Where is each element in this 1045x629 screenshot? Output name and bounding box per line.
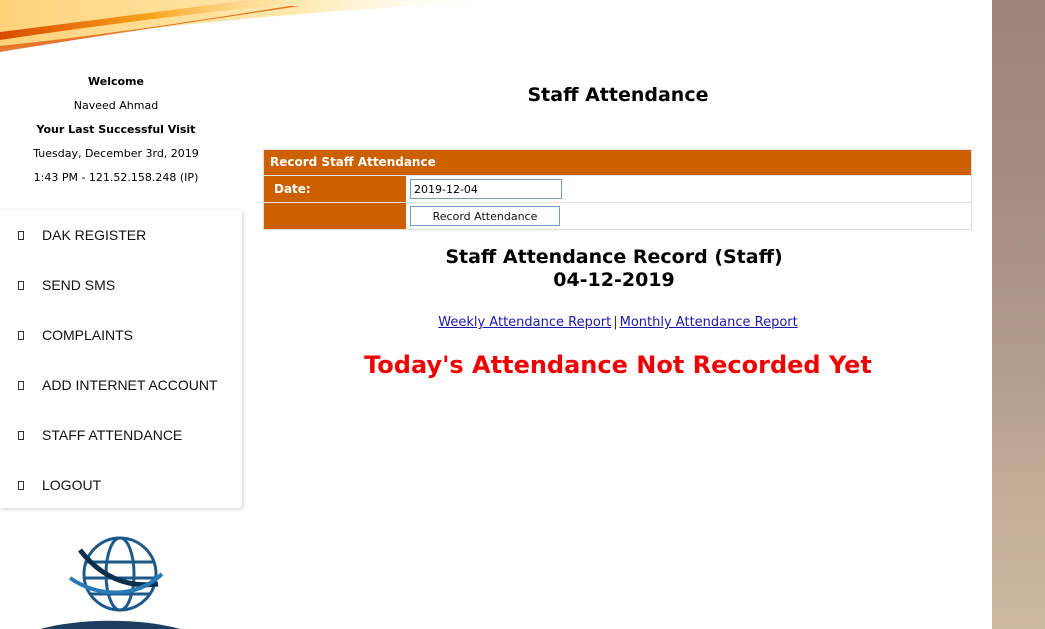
menu-item-label: COMPLAINTS [42, 327, 134, 343]
menu-item-label: ADD INTERNET ACCOUNT [42, 377, 218, 393]
weekly-report-link[interactable]: Weekly Attendance Report [438, 315, 611, 330]
menu-item-staff-attendance[interactable]: STAFF ATTENDANCE [0, 410, 242, 460]
date-row: Date: [264, 175, 971, 202]
menu-item-send-sms[interactable]: SEND SMS [0, 260, 242, 310]
menu-item-add-internet-account[interactable]: ADD INTERNET ACCOUNT [0, 360, 242, 410]
submit-cell: Record Attendance [406, 203, 971, 229]
menu-item-label: DAK REGISTER [42, 227, 147, 243]
report-links: Weekly Attendance Report | Monthly Attenda… [264, 315, 972, 330]
square-icon [18, 380, 24, 390]
date-input[interactable] [410, 179, 562, 199]
monthly-report-link[interactable]: Monthly Attendance Report [620, 315, 798, 330]
sidebar-menu: DAK REGISTER SEND SMS COMPLAINTS ADD INT… [0, 210, 242, 508]
date-cell [406, 176, 971, 202]
right-background-strip [992, 0, 1045, 629]
menu-item-dak-register[interactable]: DAK REGISTER [0, 210, 242, 260]
menu-item-label: SEND SMS [42, 277, 116, 293]
menu-item-complaints[interactable]: COMPLAINTS [0, 310, 242, 360]
link-separator: | [613, 315, 618, 330]
square-icon [18, 430, 24, 440]
record-title: Staff Attendance Record (Staff) [445, 246, 783, 268]
last-visit-time-ip: 1:43 PM - 121.52.158.248 (IP) [33, 171, 199, 184]
globe-logo [40, 536, 180, 629]
menu-item-logout[interactable]: LOGOUT [0, 460, 242, 510]
last-visit-label: Your Last Successful Visit [36, 123, 196, 136]
page-title: Staff Attendance [527, 84, 709, 106]
record-date: 04-12-2019 [553, 269, 675, 291]
record-attendance-button[interactable]: Record Attendance [410, 206, 560, 226]
status-message: Today's Attendance Not Recorded Yet [364, 351, 872, 379]
header-banner [0, 0, 500, 52]
user-name: Naveed Ahmad [73, 99, 159, 112]
empty-label-cell [264, 203, 406, 229]
last-visit-date: Tuesday, December 3rd, 2019 [33, 147, 199, 160]
submit-row: Record Attendance [264, 202, 971, 229]
date-label: Date: [264, 176, 406, 202]
square-icon [18, 230, 24, 240]
user-info: Welcome Naveed Ahmad Your Last Successfu… [0, 70, 232, 190]
welcome-label: Welcome [88, 75, 144, 88]
square-icon [18, 280, 24, 290]
record-attendance-form: Record Staff Attendance Date: Record Att… [263, 149, 972, 230]
form-header: Record Staff Attendance [264, 150, 971, 175]
attendance-record-heading: Staff Attendance Record (Staff) 04-12-20… [264, 246, 964, 292]
menu-item-label: LOGOUT [42, 477, 102, 493]
square-icon [18, 330, 24, 340]
square-icon [18, 480, 24, 490]
menu-item-label: STAFF ATTENDANCE [42, 427, 183, 443]
page: Welcome Naveed Ahmad Your Last Successfu… [0, 0, 1045, 629]
